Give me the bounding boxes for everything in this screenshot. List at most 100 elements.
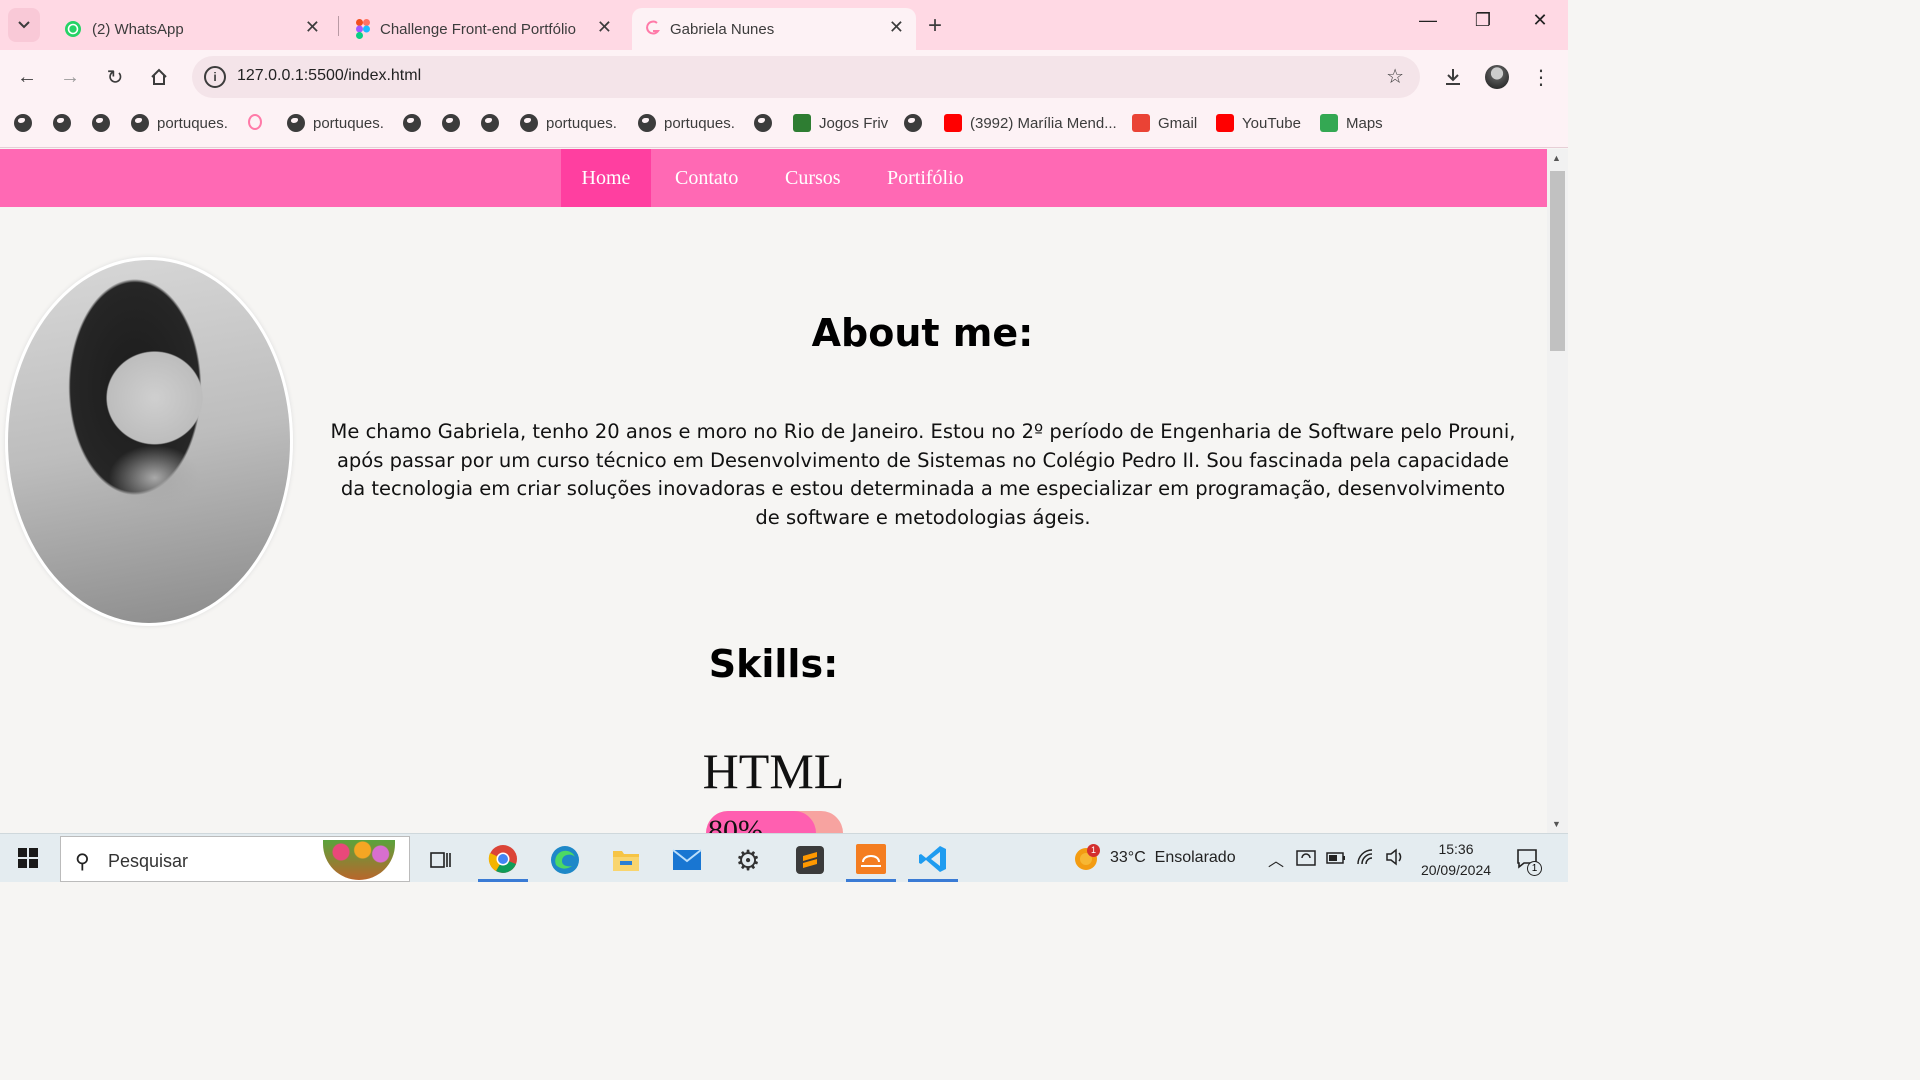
profile-avatar[interactable] bbox=[1485, 65, 1509, 89]
address-bar[interactable]: i 127.0.0.1:5500/index.html ☆ bbox=[192, 56, 1420, 98]
download-icon[interactable] bbox=[1438, 62, 1468, 92]
globe-icon bbox=[53, 114, 71, 132]
skills-title: Skills: bbox=[708, 642, 839, 686]
restore-icon[interactable]: ❐ bbox=[1468, 10, 1498, 31]
page-scrollbar[interactable]: ▲ ▼ bbox=[1547, 149, 1568, 833]
gmail-icon bbox=[1132, 114, 1150, 132]
forward-icon[interactable]: → bbox=[55, 62, 85, 92]
bookmark-item[interactable]: portuques. bbox=[131, 114, 228, 132]
nav-portifolio[interactable]: Portifólio bbox=[867, 149, 984, 207]
tab-search-button[interactable] bbox=[8, 8, 40, 42]
tab-label: (2) WhatsApp bbox=[92, 20, 184, 38]
globe-icon bbox=[481, 114, 499, 132]
settings-icon[interactable]: ⚙ bbox=[723, 838, 773, 882]
volume-icon[interactable] bbox=[1385, 848, 1405, 866]
about-title: About me: bbox=[811, 311, 1034, 355]
new-tab-icon[interactable]: + bbox=[928, 12, 942, 40]
chrome-icon[interactable] bbox=[478, 838, 528, 882]
bookmark-item[interactable]: portuques. bbox=[520, 114, 617, 132]
maps-icon bbox=[1320, 114, 1338, 132]
bookmark-label: portuques. bbox=[664, 114, 735, 132]
skill-percent: 80% bbox=[708, 814, 763, 833]
vscode-icon[interactable] bbox=[908, 838, 958, 882]
tab-whatsapp[interactable]: (2) WhatsApp ✕ bbox=[50, 8, 332, 50]
bookmark-item[interactable]: portuques. bbox=[287, 114, 384, 132]
tab-gabriela-nunes[interactable]: Gabriela Nunes ✕ bbox=[632, 8, 916, 50]
site-g-icon bbox=[646, 20, 660, 35]
clock-date: 20/09/2024 bbox=[1420, 862, 1492, 878]
bookmark-label: portuques. bbox=[157, 114, 228, 132]
taskbar-clock[interactable]: 15:36 20/09/2024 bbox=[1408, 839, 1504, 881]
bookmark-item[interactable] bbox=[481, 114, 499, 132]
bookmark-item[interactable] bbox=[442, 114, 460, 132]
address-url[interactable]: 127.0.0.1:5500/index.html bbox=[237, 67, 421, 85]
globe-icon bbox=[904, 114, 922, 132]
mail-icon[interactable] bbox=[662, 838, 712, 882]
nav-home[interactable]: Home bbox=[561, 149, 651, 207]
scrollbar-thumb[interactable] bbox=[1550, 171, 1565, 351]
youtube-icon bbox=[1216, 114, 1234, 132]
bookmark-item[interactable] bbox=[14, 114, 32, 132]
bookmark-label: Maps bbox=[1346, 114, 1383, 132]
about-text: Me chamo Gabriela, tenho 20 anos e moro … bbox=[330, 420, 1516, 529]
scroll-up-icon[interactable]: ▲ bbox=[1552, 153, 1561, 163]
bookmark-item[interactable]: portuques. bbox=[638, 114, 735, 132]
bookmark-item[interactable]: (3992) Marília Mend... bbox=[944, 114, 1117, 132]
nav-cursos[interactable]: Cursos bbox=[765, 149, 861, 207]
bookmark-item[interactable] bbox=[248, 114, 262, 130]
bookmark-item[interactable] bbox=[754, 114, 772, 132]
figma-icon bbox=[356, 19, 370, 39]
bookmark-label: Gmail bbox=[1158, 114, 1198, 132]
menu-kebab-icon[interactable]: ⋮ bbox=[1526, 62, 1556, 92]
wifi-icon[interactable] bbox=[1356, 848, 1376, 866]
site-info-icon[interactable]: i bbox=[204, 66, 226, 88]
window-close-icon[interactable]: ✕ bbox=[1525, 10, 1555, 31]
scroll-down-icon[interactable]: ▼ bbox=[1552, 819, 1561, 829]
tab-label: Challenge Front-end Portfólio - bbox=[380, 20, 580, 38]
site-navbar: Home Contato Cursos Portifólio bbox=[0, 149, 1547, 207]
profile-photo bbox=[5, 257, 293, 626]
minimize-icon[interactable]: — bbox=[1413, 10, 1443, 31]
reload-icon[interactable]: ↻ bbox=[100, 62, 130, 92]
bookmark-item[interactable]: Jogos Friv bbox=[793, 114, 888, 132]
taskbar-search[interactable]: ⚲ Pesquisar bbox=[60, 836, 410, 882]
globe-icon bbox=[520, 114, 538, 132]
close-icon[interactable]: ✕ bbox=[889, 17, 904, 38]
bookmark-item[interactable]: Gmail bbox=[1132, 114, 1197, 132]
whatsapp-icon bbox=[65, 21, 81, 37]
sync-icon[interactable] bbox=[1296, 849, 1316, 867]
bookmark-item[interactable] bbox=[403, 114, 421, 132]
weather-text[interactable]: 33°C Ensolarado bbox=[1110, 849, 1236, 867]
bookmark-star-icon[interactable]: ☆ bbox=[1386, 64, 1404, 89]
close-icon[interactable]: ✕ bbox=[597, 17, 612, 38]
task-view-icon[interactable] bbox=[416, 838, 466, 882]
bookmark-item[interactable]: YouTube bbox=[1216, 114, 1301, 132]
bookmark-item[interactable]: Maps bbox=[1320, 114, 1383, 132]
globe-icon bbox=[403, 114, 421, 132]
edge-icon[interactable] bbox=[540, 838, 590, 882]
bookmark-label: Jogos Friv bbox=[819, 114, 889, 132]
bookmark-label: portuques. bbox=[313, 114, 384, 132]
friv-icon bbox=[793, 114, 811, 132]
site-g-icon bbox=[248, 114, 262, 130]
sublime-text-icon[interactable] bbox=[785, 838, 835, 882]
windows-start-icon[interactable] bbox=[18, 848, 38, 868]
bookmark-item[interactable] bbox=[92, 114, 110, 132]
tray-chevron-up-icon[interactable]: ︿ bbox=[1268, 847, 1284, 871]
bookmark-item[interactable] bbox=[904, 114, 922, 132]
tab-figma[interactable]: Challenge Front-end Portfólio - ✕ bbox=[342, 8, 624, 50]
nav-contato[interactable]: Contato bbox=[655, 149, 758, 207]
bookmark-item[interactable] bbox=[53, 114, 71, 132]
bookmark-label: YouTube bbox=[1242, 114, 1301, 132]
file-explorer-icon[interactable] bbox=[601, 838, 651, 882]
home-icon[interactable] bbox=[144, 62, 174, 92]
globe-icon bbox=[754, 114, 772, 132]
battery-icon[interactable] bbox=[1326, 852, 1346, 864]
web-page: Home Contato Cursos Portifólio About me:… bbox=[0, 149, 1547, 833]
globe-icon bbox=[131, 114, 149, 132]
tab-divider bbox=[338, 16, 339, 36]
bookmark-label: portuques. bbox=[546, 114, 617, 132]
app-orange-icon[interactable] bbox=[846, 838, 896, 882]
back-icon[interactable]: ← bbox=[12, 62, 42, 92]
close-icon[interactable]: ✕ bbox=[305, 17, 320, 38]
